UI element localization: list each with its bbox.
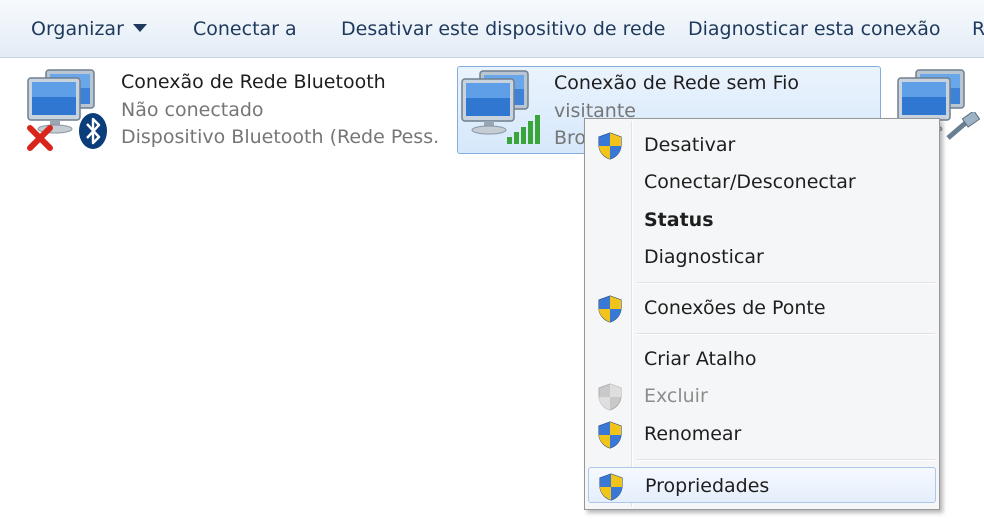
uac-shield-icon-disabled xyxy=(598,383,622,411)
menu-item-renomear[interactable]: Renomear xyxy=(588,416,936,452)
connection-name: Conexão de Rede Bluetooth xyxy=(121,71,386,93)
rename-button-partial[interactable]: R xyxy=(972,15,984,43)
menu-item-conexoes-de-ponte[interactable]: Conexões de Ponte xyxy=(588,290,936,326)
connection-item-bluetooth[interactable]: Conexão de Rede Bluetooth Não conectado … xyxy=(24,66,444,154)
menu-item-label: Renomear xyxy=(644,423,742,445)
bluetooth-icon xyxy=(79,113,107,149)
connection-status: Não conectado xyxy=(121,99,264,121)
context-menu: Desativar Conectar/Desconectar Status Di… xyxy=(584,118,940,510)
command-bar: Organizar Conectar a Desativar este disp… xyxy=(0,0,984,58)
menu-item-desativar[interactable]: Desativar xyxy=(588,127,936,163)
connect-to-button[interactable]: Conectar a xyxy=(193,15,297,43)
chevron-down-icon xyxy=(132,24,147,32)
menu-item-label: Conectar/Desconectar xyxy=(644,171,856,193)
menu-item-criar-atalho[interactable]: Criar Atalho xyxy=(588,341,936,377)
menu-item-label: Criar Atalho xyxy=(644,348,757,370)
diagnose-connection-button[interactable]: Diagnosticar esta conexão xyxy=(688,15,941,43)
signal-bars-icon xyxy=(507,115,540,144)
menu-item-label: Propriedades xyxy=(645,475,770,497)
menu-item-diagnosticar[interactable]: Diagnosticar xyxy=(588,239,936,275)
menu-item-status[interactable]: Status xyxy=(588,202,936,238)
menu-item-label: Excluir xyxy=(644,385,708,407)
menu-item-label: Diagnosticar xyxy=(644,246,764,268)
network-connections-window: Organizar Conectar a Desativar este disp… xyxy=(0,0,984,519)
menu-item-conectar-desconectar[interactable]: Conectar/Desconectar xyxy=(588,164,936,200)
red-x-icon xyxy=(27,125,53,151)
organize-label: Organizar xyxy=(31,18,124,40)
menu-separator xyxy=(637,459,935,461)
menu-item-label: Conexões de Ponte xyxy=(644,297,826,319)
connection-name: Conexão de Rede sem Fio xyxy=(554,72,800,94)
uac-shield-icon xyxy=(599,473,623,501)
connection-device: Dispositivo Bluetooth (Rede Pess... xyxy=(121,126,441,148)
uac-shield-icon xyxy=(598,421,622,449)
connection-device: Bro xyxy=(554,127,587,149)
menu-separator xyxy=(637,333,935,335)
disable-device-button[interactable]: Desativar este dispositivo de rede xyxy=(341,15,665,43)
menu-item-propriedades[interactable]: Propriedades xyxy=(588,467,936,503)
uac-shield-icon xyxy=(598,295,622,323)
menu-separator xyxy=(637,282,935,284)
menu-item-excluir: Excluir xyxy=(588,378,936,414)
uac-shield-icon xyxy=(598,132,622,160)
menu-item-label: Desativar xyxy=(644,134,736,156)
organize-button[interactable]: Organizar xyxy=(31,15,147,43)
menu-item-label: Status xyxy=(644,209,714,231)
ethernet-cable-icon xyxy=(946,112,980,140)
